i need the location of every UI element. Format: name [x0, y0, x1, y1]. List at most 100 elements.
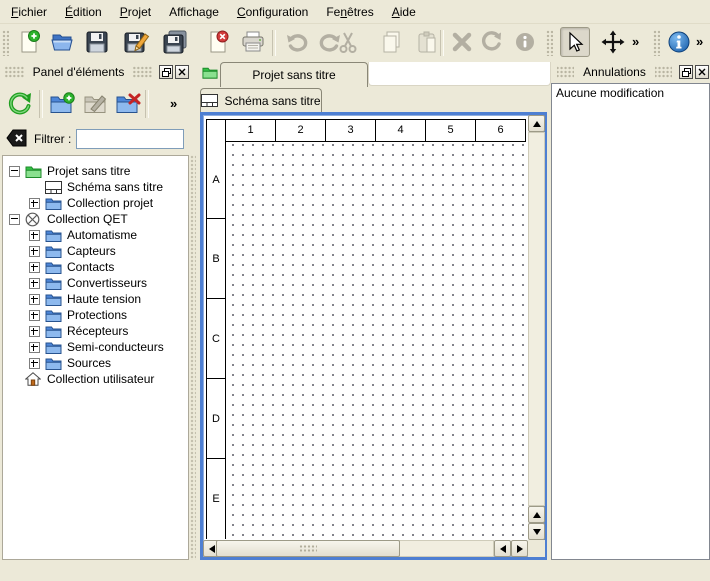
- new-category-button[interactable]: [46, 88, 78, 120]
- expand-icon[interactable]: [29, 262, 40, 273]
- row-header-cell: C: [207, 299, 225, 379]
- collapse-icon[interactable]: [9, 214, 20, 225]
- float-panel-button[interactable]: [159, 65, 173, 79]
- menu-projet[interactable]: Projet: [111, 2, 160, 22]
- row-header-cell: B: [207, 219, 225, 299]
- scroll-up-button[interactable]: [528, 115, 545, 132]
- float-panel-button[interactable]: [679, 65, 693, 79]
- select-tool-button[interactable]: [560, 27, 590, 57]
- expand-icon[interactable]: [29, 278, 40, 289]
- info-blue-icon: [667, 30, 691, 54]
- tree-item-collection-utilisateur[interactable]: Collection utilisateur: [3, 371, 188, 387]
- tree-item-projet-sans-titre[interactable]: Projet sans titre: [3, 163, 188, 179]
- undo-button[interactable]: [282, 27, 312, 57]
- close-panel-button[interactable]: [695, 65, 709, 79]
- scroll-right-button[interactable]: [511, 540, 528, 557]
- expand-icon[interactable]: [29, 246, 40, 257]
- reload-collections-button[interactable]: [4, 88, 36, 120]
- expand-icon[interactable]: [29, 342, 40, 353]
- toolbar-separator: [272, 30, 276, 56]
- tree-item-recepteurs[interactable]: Récepteurs: [3, 323, 188, 339]
- panel-toolbar-overflow-button[interactable]: »: [170, 96, 177, 111]
- close-panel-button[interactable]: [175, 65, 189, 79]
- save-all-icon: [163, 30, 187, 54]
- tree-item-automatisme[interactable]: Automatisme: [3, 227, 188, 243]
- undo-icon: [285, 31, 309, 53]
- tree-item-collection-qet[interactable]: Collection QET: [3, 211, 188, 227]
- tree-item-collection-projet[interactable]: Collection projet: [3, 195, 188, 211]
- dock-splitter[interactable]: [190, 155, 196, 560]
- dock-texture: [557, 66, 574, 78]
- about-info-button[interactable]: [664, 27, 694, 57]
- dock-texture: [5, 66, 24, 78]
- folder-green-icon: [25, 164, 43, 178]
- scroll-up-button[interactable]: [528, 506, 545, 523]
- menu-edition[interactable]: Édition: [56, 2, 111, 22]
- element-info-button[interactable]: [510, 27, 540, 57]
- menu-fichier[interactable]: Fichier: [2, 2, 56, 22]
- grid-dots: [204, 116, 543, 556]
- new-document-button[interactable]: [14, 27, 44, 57]
- vertical-scrollbar-track[interactable]: [528, 132, 545, 506]
- elements-panel-title: Panel d'éléments: [29, 65, 129, 79]
- collapse-icon[interactable]: [9, 166, 20, 177]
- open-button[interactable]: [47, 27, 77, 57]
- toolbar-separator: [39, 90, 43, 118]
- delete-category-button[interactable]: [112, 88, 144, 120]
- save-as-button[interactable]: [122, 27, 152, 57]
- left-arrow-icon: [209, 545, 215, 553]
- schema-canvas[interactable]: 1 2 3 4 5 6 A B C D E: [200, 112, 547, 560]
- edit-category-button[interactable]: [80, 88, 112, 120]
- tab-projet-sans-titre[interactable]: Projet sans titre: [220, 62, 368, 87]
- tree-item-capteurs[interactable]: Capteurs: [3, 243, 188, 259]
- folder-blue-icon: [45, 340, 63, 354]
- cut-button[interactable]: [333, 27, 363, 57]
- menu-affichage[interactable]: Affichage: [160, 2, 228, 22]
- tree-item-protections[interactable]: Protections: [3, 307, 188, 323]
- tab-schema-sans-titre[interactable]: Schéma sans titre: [200, 88, 322, 112]
- elements-tree: Projet sans titre Schéma sans titre Coll…: [2, 155, 189, 560]
- toolbar-drag-handle[interactable]: [546, 30, 553, 56]
- rotate-button[interactable]: [477, 27, 507, 57]
- save-button[interactable]: [82, 27, 112, 57]
- scroll-left-button[interactable]: [494, 540, 511, 557]
- print-button[interactable]: [238, 27, 268, 57]
- tree-item-sources[interactable]: Sources: [3, 355, 188, 371]
- expand-icon[interactable]: [29, 198, 40, 209]
- tree-item-semi-conducteurs[interactable]: Semi-conducteurs: [3, 339, 188, 355]
- expand-icon[interactable]: [29, 326, 40, 337]
- move-tool-button[interactable]: [598, 27, 628, 57]
- save-all-button[interactable]: [160, 27, 190, 57]
- undo-history-list[interactable]: Aucune modification: [551, 83, 710, 560]
- tree-item-schema-sans-titre[interactable]: Schéma sans titre: [3, 179, 188, 195]
- paste-button[interactable]: [412, 27, 442, 57]
- expand-icon[interactable]: [29, 358, 40, 369]
- column-header-cell: 3: [325, 120, 375, 141]
- copy-button[interactable]: [377, 27, 407, 57]
- rotate-icon: [481, 31, 503, 53]
- menu-fenetres[interactable]: Fenêtres: [317, 2, 382, 22]
- horizontal-scrollbar-thumb[interactable]: [216, 540, 400, 557]
- tree-item-convertisseurs[interactable]: Convertisseurs: [3, 275, 188, 291]
- toolbar-drag-handle[interactable]: [2, 30, 9, 56]
- tree-item-contacts[interactable]: Contacts: [3, 259, 188, 275]
- main-toolbar: » »: [0, 24, 710, 62]
- elements-panel-header: Panel d'éléments: [0, 62, 190, 82]
- toolbar-drag-handle[interactable]: [653, 30, 660, 56]
- expand-icon[interactable]: [29, 294, 40, 305]
- tree-item-haute-tension[interactable]: Haute tension: [3, 291, 188, 307]
- expand-icon[interactable]: [29, 230, 40, 241]
- clear-filter-button[interactable]: [6, 129, 28, 147]
- delete-button[interactable]: [447, 27, 477, 57]
- close-document-button[interactable]: [203, 27, 233, 57]
- filter-input[interactable]: [76, 129, 184, 149]
- toolbar-separator: [145, 90, 149, 118]
- scroll-down-button[interactable]: [528, 523, 545, 540]
- toolbar-overflow-button[interactable]: »: [696, 34, 703, 49]
- menu-aide[interactable]: Aide: [383, 2, 425, 22]
- expand-icon[interactable]: [29, 310, 40, 321]
- toolbar-overflow-button[interactable]: »: [632, 34, 639, 49]
- column-header-cell: 4: [375, 120, 425, 141]
- menu-configuration[interactable]: Configuration: [228, 2, 317, 22]
- save-as-icon: [124, 30, 150, 54]
